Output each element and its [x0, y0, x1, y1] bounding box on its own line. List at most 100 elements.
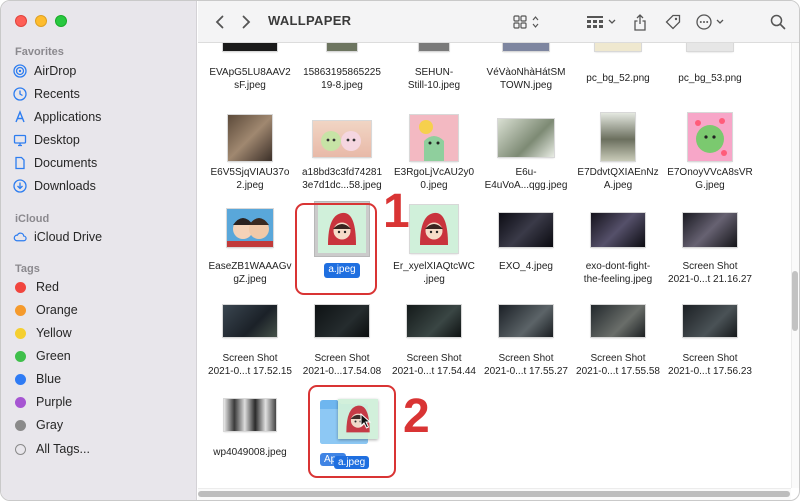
- favorites-heading: Favorites: [15, 46, 64, 58]
- blue-tag-dot-icon: [15, 373, 26, 385]
- file-thumbnail: [224, 399, 276, 431]
- view-mode-button[interactable]: [513, 12, 543, 32]
- file-name: E7DdvtQXIAEnNz A.jpeg: [577, 167, 659, 191]
- file-thumbnail: [688, 113, 732, 161]
- document-icon: [13, 156, 27, 170]
- vertical-scroll-thumb[interactable]: [792, 271, 798, 331]
- yellow-tag-dot-icon: [15, 327, 26, 339]
- file-thumbnail: [227, 209, 273, 247]
- clock-icon: [13, 87, 27, 101]
- file-thumbnail: [313, 121, 371, 157]
- file-thumbnail: [595, 43, 641, 51]
- sidebar-item-label: AirDrop: [34, 64, 77, 78]
- sidebar-item-airdrop[interactable]: AirDrop: [13, 60, 76, 82]
- airdrop-icon: [13, 64, 27, 78]
- chevron-right-icon: [242, 15, 251, 29]
- sidebar-item-documents[interactable]: Documents: [13, 152, 97, 174]
- search-button[interactable]: [768, 12, 788, 32]
- sidebar-tag-blue[interactable]: Blue: [13, 368, 61, 390]
- file-name: Screen Shot 2021-0...t 17.55.58: [576, 353, 660, 377]
- sidebar-item-recents[interactable]: Recents: [13, 83, 80, 105]
- file-name: wp4049008.jpeg: [213, 447, 287, 458]
- file-name: Screen Shot 2021-0...t 17.52.15: [208, 353, 292, 377]
- horizontal-scroll-thumb[interactable]: [198, 491, 790, 497]
- forward-button[interactable]: [236, 12, 256, 32]
- share-button[interactable]: [630, 12, 650, 32]
- cloud-icon: [13, 230, 27, 244]
- file-name: a18bd3c3fd74281 3e7d1dc...58.jpeg: [301, 167, 383, 191]
- sidebar-tag-purple[interactable]: Purple: [13, 391, 72, 413]
- file-thumbnail: [407, 305, 461, 337]
- download-icon: [13, 179, 27, 193]
- sidebar-item-label: Downloads: [34, 179, 96, 193]
- file-thumbnail: [223, 305, 277, 337]
- file-name: Screen Shot 2021-0...17.54.08: [302, 353, 382, 377]
- sidebar-tag-green[interactable]: Green: [13, 345, 71, 367]
- applications-icon: [13, 110, 27, 124]
- sidebar-tag-orange[interactable]: Orange: [13, 299, 78, 321]
- sidebar-item-downloads[interactable]: Downloads: [13, 175, 96, 197]
- tag-label: Purple: [36, 395, 73, 409]
- tag-label: Orange: [36, 303, 78, 317]
- file-thumbnail: [683, 213, 737, 247]
- group-button[interactable]: [586, 12, 620, 32]
- minimize-button[interactable]: [35, 15, 47, 27]
- file-thumbnail: [419, 43, 449, 51]
- file-name: pc_bg_53.png: [678, 73, 742, 84]
- file-thumbnail: [410, 205, 458, 253]
- file-name: EXO_4.jpeg: [499, 261, 553, 272]
- file-thumbnail: [591, 213, 645, 247]
- file-thumbnail: [499, 305, 553, 337]
- file-thumbnail: [410, 115, 458, 161]
- vertical-scrollbar[interactable]: [791, 43, 799, 488]
- annotation-box-1: [295, 203, 377, 295]
- sidebar-item-applications[interactable]: Applications: [13, 106, 101, 128]
- search-icon: [770, 14, 786, 30]
- sidebar-item-desktop[interactable]: Desktop: [13, 129, 80, 151]
- file-thumbnail: [499, 213, 553, 247]
- sidebar-tag-red[interactable]: Red: [13, 276, 59, 298]
- annotation-box-2: [308, 385, 396, 478]
- file-thumbnail: [591, 305, 645, 337]
- file-thumbnail: [498, 119, 554, 157]
- icon-grid-view-icon: [513, 15, 539, 29]
- toolbar: WALLPAPER: [198, 1, 799, 43]
- file-name: 15863195865225 19-8.jpeg: [303, 67, 381, 91]
- file-thumbnail: [503, 43, 549, 51]
- tag-button[interactable]: [662, 12, 684, 32]
- gray-tag-dot-icon: [15, 419, 26, 431]
- tag-label: All Tags...: [36, 442, 90, 456]
- sidebar-all-tags[interactable]: All Tags...: [13, 438, 90, 460]
- file-name: E6u- E4uVoA...qgg.jpeg: [484, 167, 568, 191]
- file-name: Screen Shot 2021-0...t 21.16.27: [668, 261, 752, 285]
- sidebar-tag-yellow[interactable]: Yellow: [13, 322, 72, 344]
- sidebar-item-icloud-drive[interactable]: iCloud Drive: [13, 226, 102, 248]
- file-name: Screen Shot 2021-0...t 17.55.27: [484, 353, 568, 377]
- annotation-number-1: 1: [383, 185, 410, 238]
- window-title: WALLPAPER: [268, 13, 352, 28]
- sidebar-item-label: Recents: [34, 87, 80, 101]
- sidebar-item-label: Desktop: [34, 133, 80, 147]
- file-thumbnail: [223, 43, 277, 51]
- sidebar-item-label: Applications: [34, 110, 102, 124]
- file-name: E7OnoyVVcA8sVR G.jpeg: [667, 167, 753, 191]
- file-name: VéVàoNhàHátSM TOWN.jpeg: [486, 67, 566, 91]
- file-name: E6V5SjqVIAU37o 2.jpeg: [210, 167, 290, 191]
- file-thumbnail: [228, 115, 272, 161]
- more-icon: [696, 14, 724, 30]
- file-grid: EVApG5LU8AAV2 sF.jpeg 15863195865225 19-…: [198, 43, 791, 488]
- sidebar-tag-gray[interactable]: Gray: [13, 414, 63, 436]
- horizontal-scrollbar[interactable]: [198, 488, 791, 500]
- action-menu-button[interactable]: [696, 12, 730, 32]
- file-name: Screen Shot 2021-0...t 17.54.44: [392, 353, 476, 377]
- red-tag-dot-icon: [15, 281, 26, 293]
- zoom-button[interactable]: [55, 15, 67, 27]
- file-thumbnail: [683, 305, 737, 337]
- sidebar-item-label: Documents: [34, 156, 98, 170]
- purple-tag-dot-icon: [15, 396, 26, 408]
- back-button[interactable]: [210, 12, 230, 32]
- close-button[interactable]: [15, 15, 27, 27]
- tag-icon: [665, 14, 681, 30]
- sidebar: Favorites AirDrop Recents Applications D…: [1, 1, 197, 500]
- file-thumbnail: [687, 43, 733, 51]
